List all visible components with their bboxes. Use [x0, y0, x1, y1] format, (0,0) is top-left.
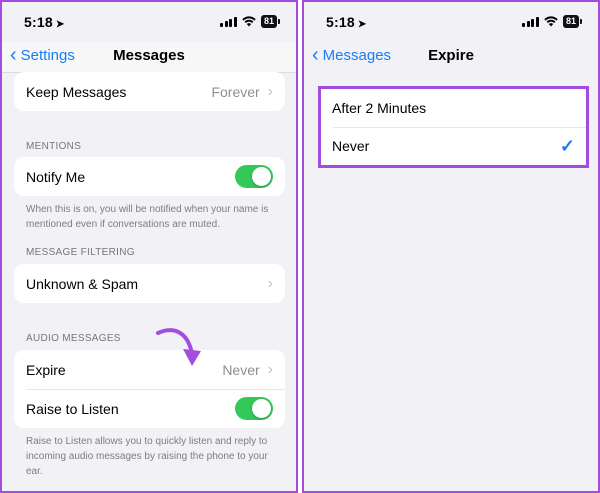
- status-icons: 81: [522, 15, 582, 28]
- row-divider: [26, 389, 285, 390]
- mentions-footnote: When this is on, you will be notified wh…: [26, 204, 269, 230]
- wifi-icon: [242, 16, 256, 27]
- cellular-signal-icon: [522, 16, 539, 27]
- raise-to-listen-toggle[interactable]: [235, 397, 273, 420]
- row-divider: [333, 127, 586, 128]
- page-title: Expire: [428, 47, 474, 64]
- status-bar: 5:18 ➤ 81: [2, 2, 296, 42]
- expire-settings-screen: 5:18 ➤ 81 ‹ Messages Expire After 2 Minut…: [302, 0, 600, 493]
- chevron-right-icon: ›: [267, 360, 273, 378]
- notify-me-toggle[interactable]: [235, 165, 273, 188]
- location-arrow-icon: ➤: [55, 19, 65, 30]
- unknown-spam-row[interactable]: Unknown & Spam ›: [14, 264, 285, 303]
- section-header-audio: AUDIO MESSAGES: [26, 333, 121, 344]
- raise-to-listen-label: Raise to Listen: [26, 400, 119, 417]
- chevron-right-icon: ›: [267, 82, 273, 100]
- messages-settings-screen: 5:18 ➤ 81 ‹ Settings Messages Keep Messag…: [0, 0, 298, 493]
- battery-tip: [580, 19, 582, 24]
- battery-icon: 81: [562, 15, 579, 28]
- status-time: 5:18 ➤: [326, 14, 366, 30]
- option-after-2-minutes[interactable]: After 2 Minutes: [321, 89, 586, 127]
- option-label: After 2 Minutes: [332, 100, 427, 116]
- notify-me-label: Notify Me: [26, 168, 86, 185]
- expire-row[interactable]: Expire Never ›: [14, 350, 285, 389]
- audio-card: Expire Never › Raise to Listen: [14, 350, 285, 428]
- raise-to-listen-row: Raise to Listen: [14, 389, 285, 428]
- checkmark-icon: ✓: [559, 135, 575, 156]
- navigation-bar: ‹ Messages Expire: [304, 42, 598, 72]
- time-label: 5:18: [24, 14, 53, 30]
- battery-tip: [278, 19, 280, 24]
- location-arrow-icon: ➤: [357, 19, 367, 30]
- status-time: 5:18 ➤: [24, 14, 64, 30]
- option-never[interactable]: Never ✓: [321, 127, 586, 165]
- toggle-knob: [252, 167, 271, 186]
- section-header-mentions: MENTIONS: [26, 141, 82, 152]
- page-title: Messages: [113, 47, 185, 64]
- expire-value: Never: [222, 361, 260, 378]
- expire-options-card: After 2 Minutes Never ✓: [318, 86, 589, 168]
- audio-footnote: Raise to Listen allows you to quickly li…: [26, 436, 268, 477]
- status-bar: 5:18 ➤ 81: [304, 2, 598, 42]
- battery-icon: 81: [260, 15, 277, 28]
- keep-messages-value: Forever: [211, 83, 260, 100]
- navigation-bar: ‹ Settings Messages: [2, 42, 296, 72]
- notify-me-row: Notify Me: [14, 157, 285, 196]
- section-header-filtering: MESSAGE FILTERING: [26, 247, 135, 258]
- cellular-signal-icon: [220, 16, 237, 27]
- unknown-spam-label: Unknown & Spam: [26, 275, 139, 292]
- curved-arrow-icon: [156, 328, 201, 366]
- status-icons: 81: [220, 15, 280, 28]
- wifi-icon: [544, 16, 558, 27]
- toggle-knob: [252, 399, 271, 418]
- keep-messages-row[interactable]: Keep Messages Forever ›: [14, 72, 285, 111]
- option-label: Never: [332, 138, 370, 154]
- keep-messages-label: Keep Messages: [26, 83, 127, 100]
- keep-messages-card: Keep Messages Forever ›: [14, 72, 285, 111]
- time-label: 5:18: [326, 14, 355, 30]
- mentions-card: Notify Me: [14, 157, 285, 196]
- chevron-right-icon: ›: [267, 274, 273, 292]
- filtering-card: Unknown & Spam ›: [14, 264, 285, 303]
